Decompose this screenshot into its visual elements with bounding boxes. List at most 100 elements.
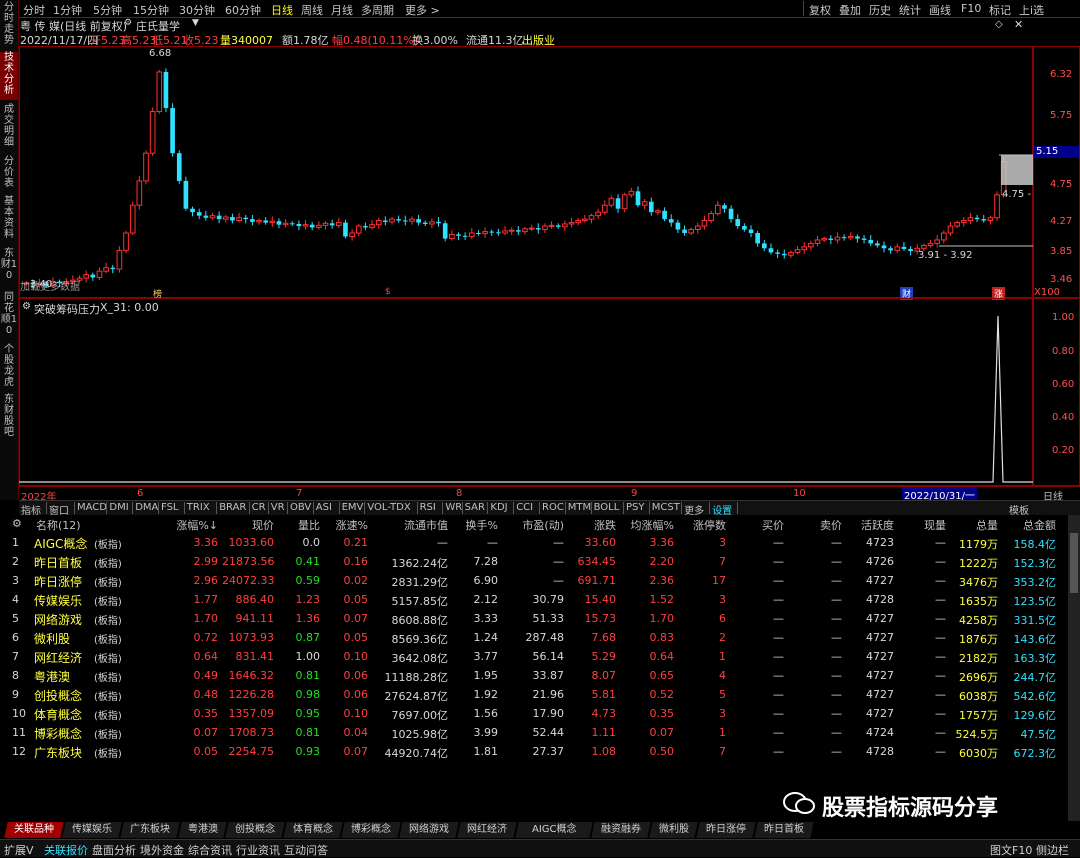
indicator-tab-cr[interactable]: CR [252,502,266,513]
tab-price-table[interactable]: 分价表 [0,156,18,192]
tab-dragon-tiger[interactable]: 个股龙虎 [0,344,18,390]
indicator-tab-brar[interactable]: BRAR [219,502,246,513]
diamond-icon[interactable]: ◇ [995,19,1003,30]
table-row[interactable]: 1 AIGC概念 (板指) 3.36 1033.60 0.0 0.21 — — — 33.60 3.3… [0,534,1068,553]
table-row[interactable]: 8 粤港澳 (板指) 0.49 1646.32 0.81 0.06 11188.28亿 1.95… [0,667,1068,686]
indicator-tab-boll[interactable]: BOLL [594,502,620,513]
mark-button[interactable]: 标记 [989,2,1011,18]
indicator-tab-wr[interactable]: WR [445,502,462,513]
indicator-tab-dmi[interactable]: DMI [109,502,128,513]
col-price[interactable]: 现价 [222,517,274,533]
indicator-tab-vol-tdx[interactable]: VOL-TDX [367,502,410,513]
indicator-tab-psy[interactable]: PSY [626,502,645,513]
table-row[interactable]: 2 昨日首板 (板指) 2.99 21873.56 0.41 0.16 1362.24亿 7.2… [0,553,1068,572]
tab-trades[interactable]: 成交明细 [0,104,18,152]
tab-timeshare[interactable]: 分时走势 [0,2,18,50]
col-vol-ratio[interactable]: 量比 [278,517,320,533]
indicator-tab-emv[interactable]: EMV [342,502,364,513]
settings-icon[interactable]: ⚙ [12,517,22,530]
indicator-tab-obv[interactable]: OBV [290,502,311,513]
col-limit-up[interactable]: 涨停数 [678,517,726,533]
sector-name[interactable]: 创投概念 [34,687,92,704]
period-more[interactable]: 更多 > [405,2,440,18]
related-tab[interactable]: 粤港澳 [178,822,228,838]
sector-name[interactable]: 网络游戏 [34,611,92,628]
related-tab[interactable]: 网络游戏 [399,822,460,838]
col-name[interactable]: 名称(12) [36,517,81,533]
related-tab[interactable]: 昨日首板 [754,822,815,838]
related-tab[interactable]: AIGC概念 [515,822,594,838]
indicator-tab-fsl[interactable]: FSL [161,502,179,513]
indicator-tab-rsi[interactable]: RSI [420,502,436,513]
related-tab[interactable]: 网红经济 [457,822,518,838]
indicator-tab-vr[interactable]: VR [271,502,285,513]
tab-basic-info[interactable]: 基本资料 [0,196,18,244]
indicator-tab-macd[interactable]: MACD [77,502,107,513]
related-tab[interactable]: 关联品种 [4,822,65,838]
col-pe[interactable]: 市盈(动) [502,517,564,533]
col-speed[interactable]: 涨速% [324,517,368,533]
close-icon[interactable]: ✕ [1014,18,1023,31]
f10-button[interactable]: F10 [961,2,981,15]
related-tab[interactable]: 微利股 [649,822,699,838]
indicator-icon[interactable]: ⚙ [124,18,132,28]
col-amount[interactable]: 总金额 [1002,517,1056,533]
table-row[interactable]: 10 体育概念 (板指) 0.35 1357.09 0.95 0.10 7697.00亿 1.5… [0,705,1068,724]
tab-eastmoney10[interactable]: 东财10 [0,248,18,288]
sector-name[interactable]: 广东板块 [34,744,92,761]
table-row[interactable]: 11 博彩概念 (板指) 0.07 1708.73 0.81 0.04 1025.98亿 3.9… [0,724,1068,743]
sector-name[interactable]: 昨日涨停 [34,573,92,590]
event-marker-2[interactable]: $ [385,287,391,297]
table-row[interactable]: 12 广东板块 (板指) 0.05 2254.75 0.93 0.07 44920.74亿 1.… [0,743,1068,762]
col-ask[interactable]: 卖价 [788,517,842,533]
period-multi[interactable]: 多周期 [361,2,394,18]
col-bid[interactable]: 买价 [730,517,784,533]
adjust-button[interactable]: 复权 [809,2,831,18]
sector-name[interactable]: 网红经济 [34,649,92,666]
kline-chart[interactable] [19,46,1033,298]
overlay-button[interactable]: 叠加 [839,2,861,18]
period-daily[interactable]: 日线 [271,2,293,18]
indicator-tab-roc[interactable]: ROC [542,502,564,513]
sector-name[interactable]: 粤港澳 [34,668,92,685]
period-30min[interactable]: 30分钟 [179,2,215,18]
select-button[interactable]: 上i选 [1019,2,1044,18]
related-tab[interactable]: 博彩概念 [341,822,402,838]
indicator-tab-asi[interactable]: ASI [316,502,332,513]
sector-name[interactable]: 体育概念 [34,706,92,723]
period-60min[interactable]: 60分钟 [225,2,261,18]
period-timeshare[interactable]: 分时 [23,2,45,18]
indicator-tab-sar[interactable]: SAR [465,502,485,513]
table-row[interactable]: 3 昨日涨停 (板指) 2.96 24072.33 0.59 0.02 2831.29亿 6.9… [0,572,1068,591]
table-row[interactable]: 5 网络游戏 (板指) 1.70 941.11 1.36 0.07 8608.88亿 3.33 5… [0,610,1068,629]
dropdown-icon[interactable]: ▼ [192,18,199,28]
history-button[interactable]: 历史 [869,2,891,18]
col-float-cap[interactable]: 流通市值 [372,517,448,533]
col-activity[interactable]: 活跃度 [846,517,894,533]
related-tab[interactable]: 广东板块 [120,822,181,838]
indicator-tab-kdj[interactable]: KDJ [490,502,507,513]
period-5min[interactable]: 5分钟 [93,2,122,18]
col-total-vol[interactable]: 总量 [950,517,998,533]
stats-button[interactable]: 统计 [899,2,921,18]
col-turnover[interactable]: 换手% [452,517,498,533]
related-tab[interactable]: 昨日涨停 [696,822,757,838]
col-diff[interactable]: 涨跌 [568,517,616,533]
table-row[interactable]: 9 创投概念 (板指) 0.48 1226.28 0.98 0.06 27624.87亿 1.9… [0,686,1068,705]
period-15min[interactable]: 15分钟 [133,2,169,18]
period-1min[interactable]: 1分钟 [53,2,82,18]
col-avg-change[interactable]: 均涨幅% [620,517,674,533]
tab-technical[interactable]: 技术分析 [0,52,18,100]
related-tab[interactable]: 融资融券 [591,822,652,838]
indicator-tab-mtm[interactable]: MTM [568,502,591,513]
sector-name[interactable]: AIGC概念 [34,535,92,552]
table-scrollbar[interactable] [1068,515,1080,821]
sector-name[interactable]: 传媒娱乐 [34,592,92,609]
indicator-tab-trix[interactable]: TRIX [187,502,210,513]
indicator-tab-dma[interactable]: DMA [135,502,158,513]
sector-name[interactable]: 博彩概念 [34,725,92,742]
tab-ths10[interactable]: 同花顺10 [0,292,18,340]
indicator-tab-mcst[interactable]: MCST [652,502,680,513]
sector-name[interactable]: 微利股 [34,630,92,647]
table-row[interactable]: 4 传媒娱乐 (板指) 1.77 886.40 1.23 0.05 5157.85亿 2.12 3… [0,591,1068,610]
